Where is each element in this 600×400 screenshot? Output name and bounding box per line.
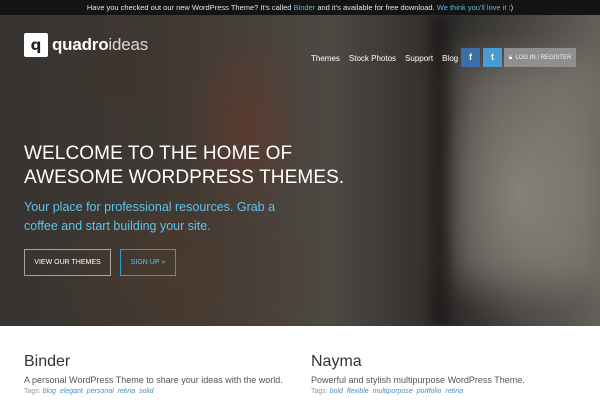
site-logo[interactable]: q quadroideas — [24, 33, 148, 57]
hero-subheadline-line-1: Your place for professional resources. G… — [24, 200, 276, 214]
hero-headline-line-1: WELCOME TO THE HOME OF — [24, 143, 293, 164]
nav-item-blog[interactable]: Blog — [442, 54, 458, 63]
tag-link[interactable]: bold — [330, 388, 343, 395]
announcement-bar: Have you checked out our new WordPress T… — [0, 0, 600, 15]
main-nav: Themes Stock Photos Support Blog — [311, 48, 467, 68]
tag-link[interactable]: retina — [118, 388, 136, 395]
hero-headline: WELCOME TO THE HOME OF AWESOME WORDPRESS… — [24, 142, 364, 190]
tag-link[interactable]: solid — [139, 388, 153, 395]
announcement-text-before: Have you checked out our new WordPress T… — [86, 3, 294, 12]
hero-subheadline: Your place for professional resources. G… — [24, 198, 314, 236]
theme-description: Powerful and stylish multipurpose WordPr… — [311, 375, 525, 385]
theme-tags: Tags: bold flexible multipurpose portfol… — [311, 388, 596, 395]
hero-subheadline-line-2: coffee and start building your site. — [24, 219, 211, 233]
theme-card-binder: Binder A personal WordPress Theme to sha… — [24, 352, 309, 395]
facebook-icon[interactable]: f — [461, 48, 480, 67]
tags-label: Tags: — [311, 388, 328, 395]
view-themes-button[interactable]: VIEW OUR THEMES — [24, 249, 111, 276]
login-register-label: LOG IN / REGISTER — [515, 55, 572, 61]
theme-title[interactable]: Nayma — [311, 352, 596, 372]
tag-link[interactable]: retina — [446, 388, 464, 395]
tag-link[interactable]: personal — [87, 388, 114, 395]
hero-headline-line-2: AWESOME WORDPRESS THEMES. — [24, 167, 345, 188]
tag-link[interactable]: multipurpose — [373, 388, 413, 395]
theme-title[interactable]: Binder — [24, 352, 309, 372]
binder-link[interactable]: Binder — [294, 3, 316, 12]
logo-word-quadro: quadro — [52, 35, 109, 54]
theme-tags: Tags: blog elegant personal retina solid — [24, 388, 309, 395]
theme-card-nayma: Nayma Powerful and stylish multipurpose … — [311, 352, 596, 395]
love-it-link[interactable]: We think you'll love it — [437, 3, 507, 12]
hero-section: q quadroideas Themes Stock Photos Suppor… — [0, 15, 600, 326]
announcement-text-after: and it's available for free download. — [315, 3, 437, 12]
theme-description: A personal WordPress Theme to share your… — [24, 375, 283, 385]
logo-mark-icon: q — [24, 33, 48, 57]
tag-link[interactable]: blog — [43, 388, 56, 395]
nav-item-support[interactable]: Support — [405, 54, 433, 63]
twitter-icon[interactable]: t — [483, 48, 502, 67]
announcement-smiley: :) — [506, 3, 514, 12]
nav-item-stock-photos[interactable]: Stock Photos — [349, 54, 396, 63]
nav-item-themes[interactable]: Themes — [311, 54, 340, 63]
login-register-button[interactable]: 🔒︎ LOG IN / REGISTER — [504, 48, 576, 67]
sign-up-button[interactable]: SIGN UP » — [120, 249, 176, 276]
tag-link[interactable]: flexible — [347, 388, 369, 395]
tag-link[interactable]: portfolio — [417, 388, 442, 395]
tags-label: Tags: — [24, 388, 41, 395]
logo-wordmark: quadroideas — [52, 35, 148, 55]
tag-link[interactable]: elegant — [60, 388, 83, 395]
lock-icon: 🔒︎ — [508, 54, 513, 61]
logo-word-ideas: ideas — [108, 35, 149, 54]
